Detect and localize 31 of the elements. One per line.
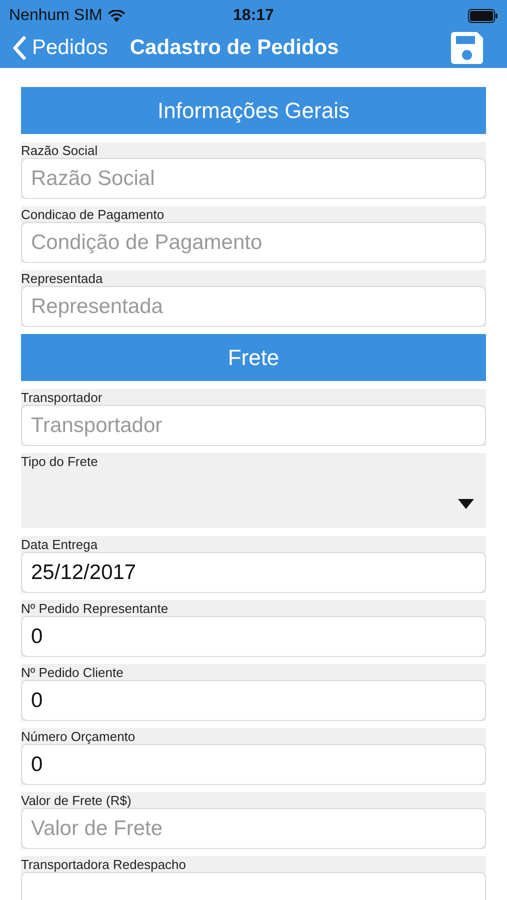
field-label: Tipo do Frete — [21, 453, 99, 469]
caret-icon — [458, 498, 474, 508]
input-field[interactable]: Representada — [21, 286, 486, 327]
field-label: Nº Pedido Representante — [21, 600, 170, 616]
field-label: Data Entrega — [21, 536, 99, 552]
field-label: Representada — [21, 270, 104, 286]
input-field[interactable]: Condição de Pagamento — [21, 222, 486, 263]
battery-icon — [468, 9, 498, 23]
dropdown[interactable]: Tipo do Frete — [21, 453, 486, 528]
field-label: Condicao de Pagamento — [21, 206, 166, 222]
save-icon[interactable] — [451, 32, 483, 64]
field-label: Transportadora Redespacho — [21, 856, 188, 872]
clock: 18:17 — [233, 7, 274, 25]
input-field[interactable]: 25/12/2017 — [21, 552, 486, 593]
field-label: Nº Pedido Cliente — [21, 664, 124, 680]
input-field[interactable]: Valor de Frete — [21, 808, 486, 849]
input-field[interactable]: Razão Social — [21, 158, 486, 199]
screen-title: Cadastro de Pedidos — [130, 36, 340, 60]
field-label: Número Orçamento — [21, 728, 136, 744]
wifi-icon — [108, 10, 126, 22]
section-header: Informações Gerais — [21, 87, 486, 134]
input-field[interactable]: Transportador — [21, 405, 486, 446]
chevron-left-icon — [12, 36, 26, 60]
input-field[interactable]: 0 — [21, 680, 486, 721]
field-label: Transportador — [21, 389, 104, 405]
input-field[interactable]: 0 — [21, 744, 486, 785]
section-header: Frete — [21, 334, 486, 381]
field-label: Razão Social — [21, 142, 99, 158]
field-label: Valor de Frete (R$) — [21, 792, 132, 808]
input-field[interactable]: 0 — [21, 616, 486, 657]
carrier-label: Nenhum SIM — [9, 7, 102, 25]
